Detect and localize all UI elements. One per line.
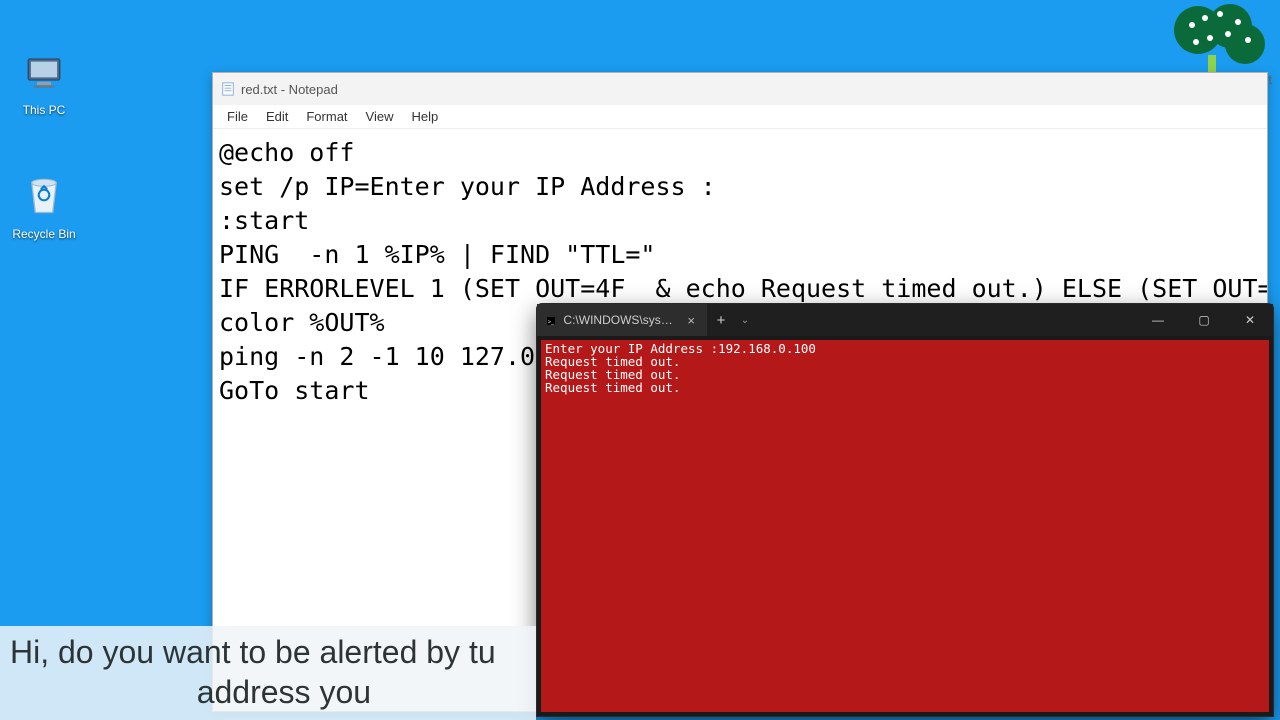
desktop-icon-label: This PC — [4, 103, 84, 117]
menu-file[interactable]: File — [219, 107, 256, 126]
caption-overlay: Hi, do you want to be alerted by tu addr… — [0, 626, 536, 720]
tab-close-icon[interactable]: × — [683, 313, 699, 328]
desktop-icon-recycle-bin[interactable]: Recycle Bin — [4, 172, 84, 241]
svg-text:>_: >_ — [548, 319, 555, 325]
menu-help[interactable]: Help — [403, 107, 446, 126]
menu-view[interactable]: View — [358, 107, 402, 126]
terminal-output[interactable]: Enter your IP Address :192.168.0.100 Req… — [541, 340, 1269, 712]
recycle-bin-icon — [4, 172, 84, 223]
new-tab-button[interactable]: + — [707, 304, 735, 336]
tab-dropdown-icon[interactable]: ⌄ — [735, 304, 755, 336]
notepad-menubar: File Edit Format View Help — [213, 105, 1267, 129]
minimize-button[interactable]: ― — [1135, 304, 1181, 336]
cmd-icon: >_ — [547, 314, 555, 326]
notepad-title: red.txt - Notepad — [241, 82, 1259, 97]
caption-line2: address you — [197, 674, 371, 710]
terminal-window: >_ C:\WINDOWS\system32\cmd. × + ⌄ ― ▢ ✕ … — [536, 303, 1274, 717]
terminal-tab[interactable]: >_ C:\WINDOWS\system32\cmd. × — [537, 304, 707, 336]
desktop-icon-this-pc[interactable]: This PC — [4, 52, 84, 117]
maximize-button[interactable]: ▢ — [1181, 304, 1227, 336]
desktop-icon-label: Recycle Bin — [4, 227, 84, 241]
caption-line1: Hi, do you want to be alerted by tu — [10, 634, 496, 670]
terminal-tab-title: C:\WINDOWS\system32\cmd. — [563, 313, 675, 327]
pc-icon — [4, 52, 84, 99]
notepad-titlebar[interactable]: red.txt - Notepad — [213, 73, 1267, 105]
menu-edit[interactable]: Edit — [258, 107, 296, 126]
terminal-titlebar[interactable]: >_ C:\WINDOWS\system32\cmd. × + ⌄ ― ▢ ✕ — [537, 304, 1273, 336]
notepad-icon — [221, 82, 235, 96]
menu-format[interactable]: Format — [298, 107, 355, 126]
close-button[interactable]: ✕ — [1227, 304, 1273, 336]
